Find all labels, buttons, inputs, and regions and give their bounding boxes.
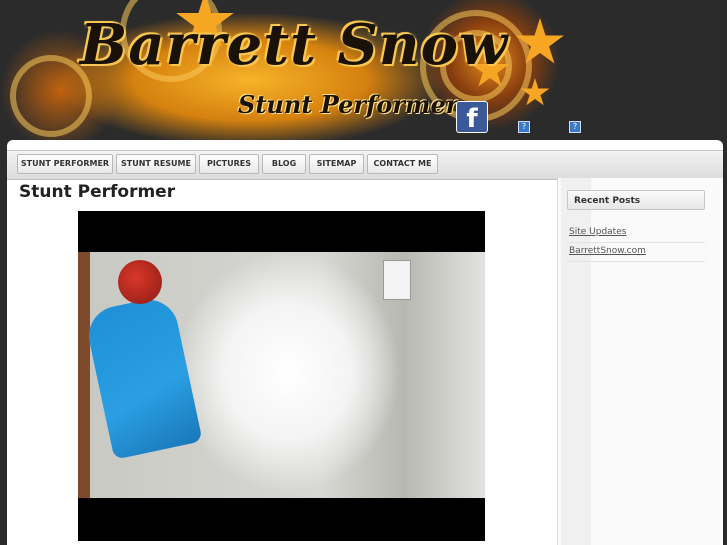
nav-stunt-performer[interactable]: STUNT PERFORMER — [17, 154, 113, 174]
video-frame — [78, 252, 485, 498]
nav-blog[interactable]: BLOG — [262, 154, 306, 174]
performer-figure — [83, 294, 203, 460]
page-title: Stunt Performer — [19, 182, 176, 202]
recent-post-link[interactable]: Site Updates — [569, 227, 626, 237]
main-navigation: STUNT PERFORMER STUNT RESUME PICTURES BL… — [7, 150, 723, 180]
divider — [567, 261, 705, 262]
site-title[interactable]: Barrett Snow — [80, 12, 508, 78]
header-banner: Barrett Snow Stunt Performer f ? ? — [0, 0, 727, 140]
nav-contact-me[interactable]: CONTACT ME — [367, 154, 438, 174]
wall-sign — [383, 260, 411, 300]
divider — [567, 242, 705, 243]
facebook-icon[interactable]: f — [456, 101, 488, 133]
video-player[interactable] — [78, 211, 485, 541]
recent-post-link[interactable]: BarrettSnow.com — [569, 246, 646, 256]
broken-image-icon[interactable]: ? — [569, 121, 581, 133]
page-container: STUNT PERFORMER STUNT RESUME PICTURES BL… — [7, 140, 723, 545]
broken-image-icon[interactable]: ? — [518, 121, 530, 133]
recent-posts-heading: Recent Posts — [567, 190, 705, 210]
nav-pictures[interactable]: PICTURES — [199, 154, 259, 174]
nav-stunt-resume[interactable]: STUNT RESUME — [116, 154, 196, 174]
nav-sitemap[interactable]: SITEMAP — [309, 154, 364, 174]
performer-helmet — [118, 260, 162, 304]
site-tagline: Stunt Performer — [238, 90, 459, 119]
